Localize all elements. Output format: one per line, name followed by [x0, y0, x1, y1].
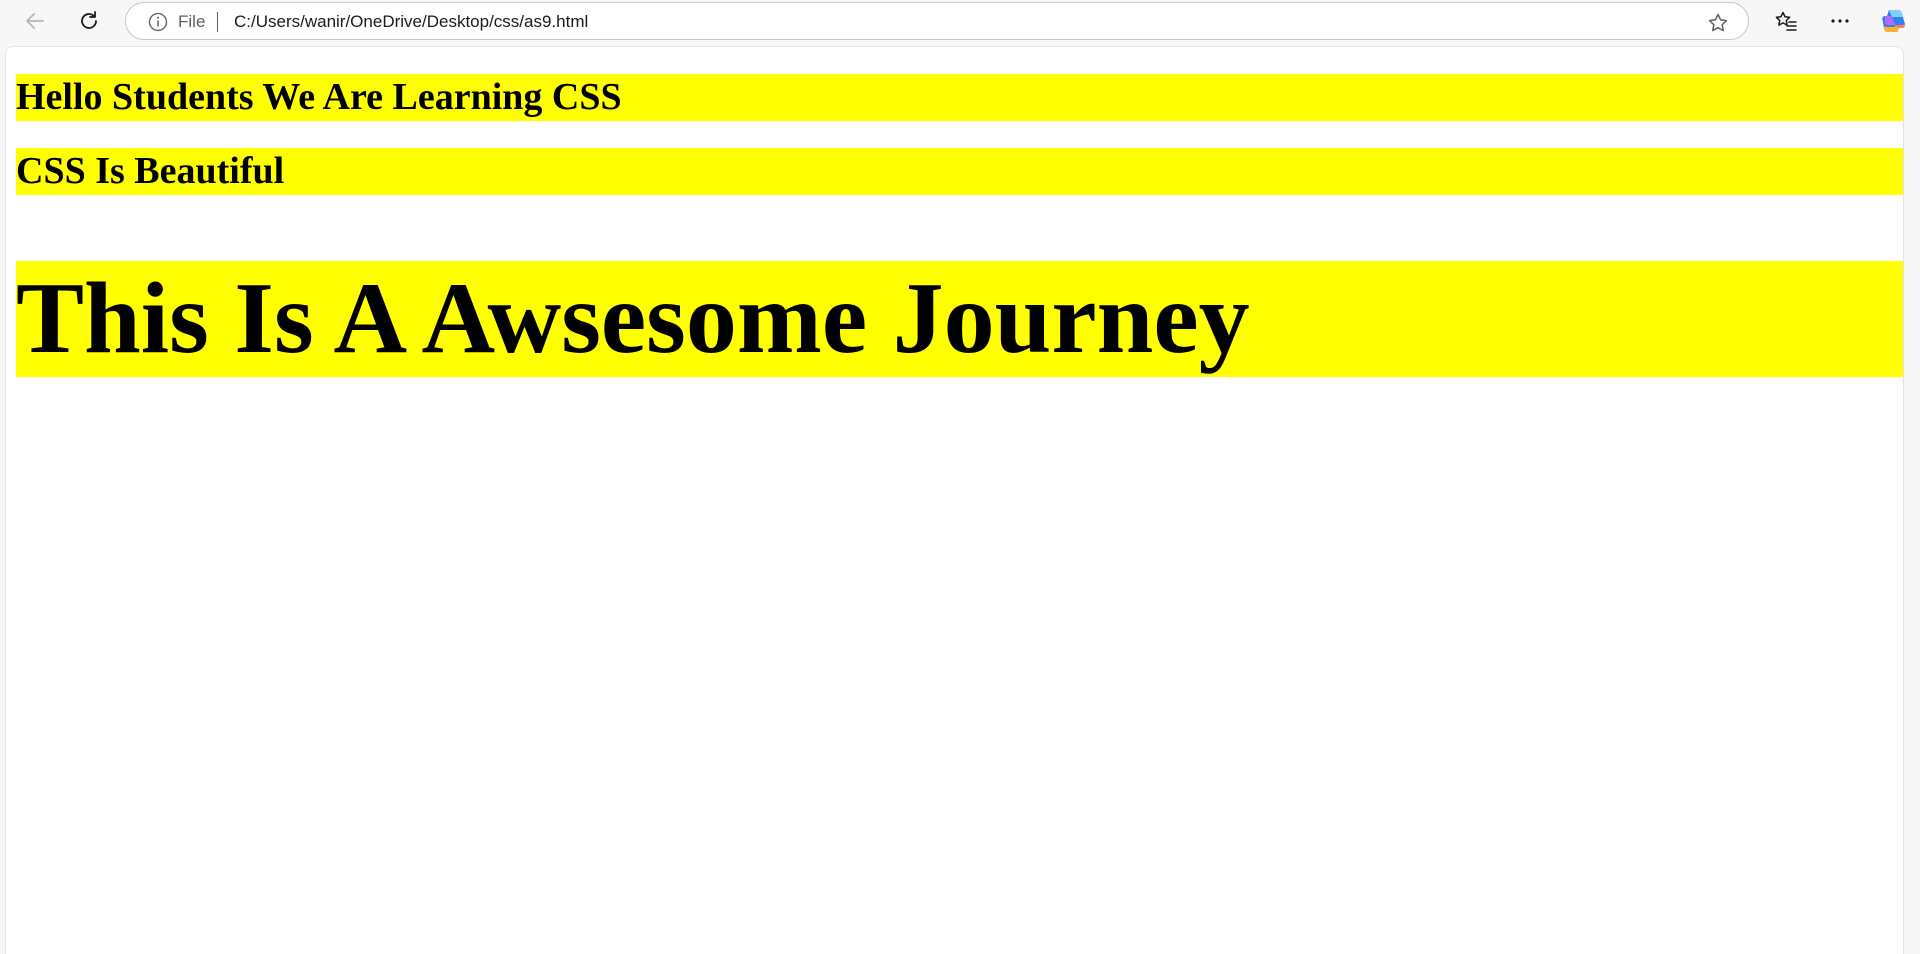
browser-toolbar: File C:/Users/wanir/OneDrive/Desktop/css…: [0, 0, 1920, 43]
reload-button[interactable]: [71, 4, 107, 38]
more-options-button[interactable]: [1822, 4, 1858, 38]
more-options-icon: [1831, 19, 1849, 23]
address-bar[interactable]: File C:/Users/wanir/OneDrive/Desktop/css…: [125, 2, 1749, 40]
page-viewport: Hello Students We Are Learning CSS CSS I…: [5, 46, 1904, 954]
copilot-icon: [1882, 10, 1906, 32]
back-arrow-icon: [26, 13, 44, 29]
address-url[interactable]: C:/Users/wanir/OneDrive/Desktop/css/as9.…: [234, 12, 588, 32]
favorites-icon: [1775, 11, 1797, 31]
back-button[interactable]: [17, 4, 53, 38]
reload-icon: [81, 11, 97, 29]
star-icon[interactable]: [1706, 11, 1730, 35]
info-icon[interactable]: [148, 12, 168, 32]
favorites-button[interactable]: [1768, 4, 1804, 38]
address-separator: [217, 12, 218, 32]
heading-hello-students: Hello Students We Are Learning CSS: [16, 74, 1903, 121]
address-scheme-label[interactable]: File: [178, 12, 205, 32]
heading-awesome-journey: This Is A Awsesome Journey: [16, 261, 1903, 377]
copilot-button[interactable]: [1876, 4, 1912, 38]
heading-css-beautiful: CSS Is Beautiful: [16, 148, 1903, 195]
